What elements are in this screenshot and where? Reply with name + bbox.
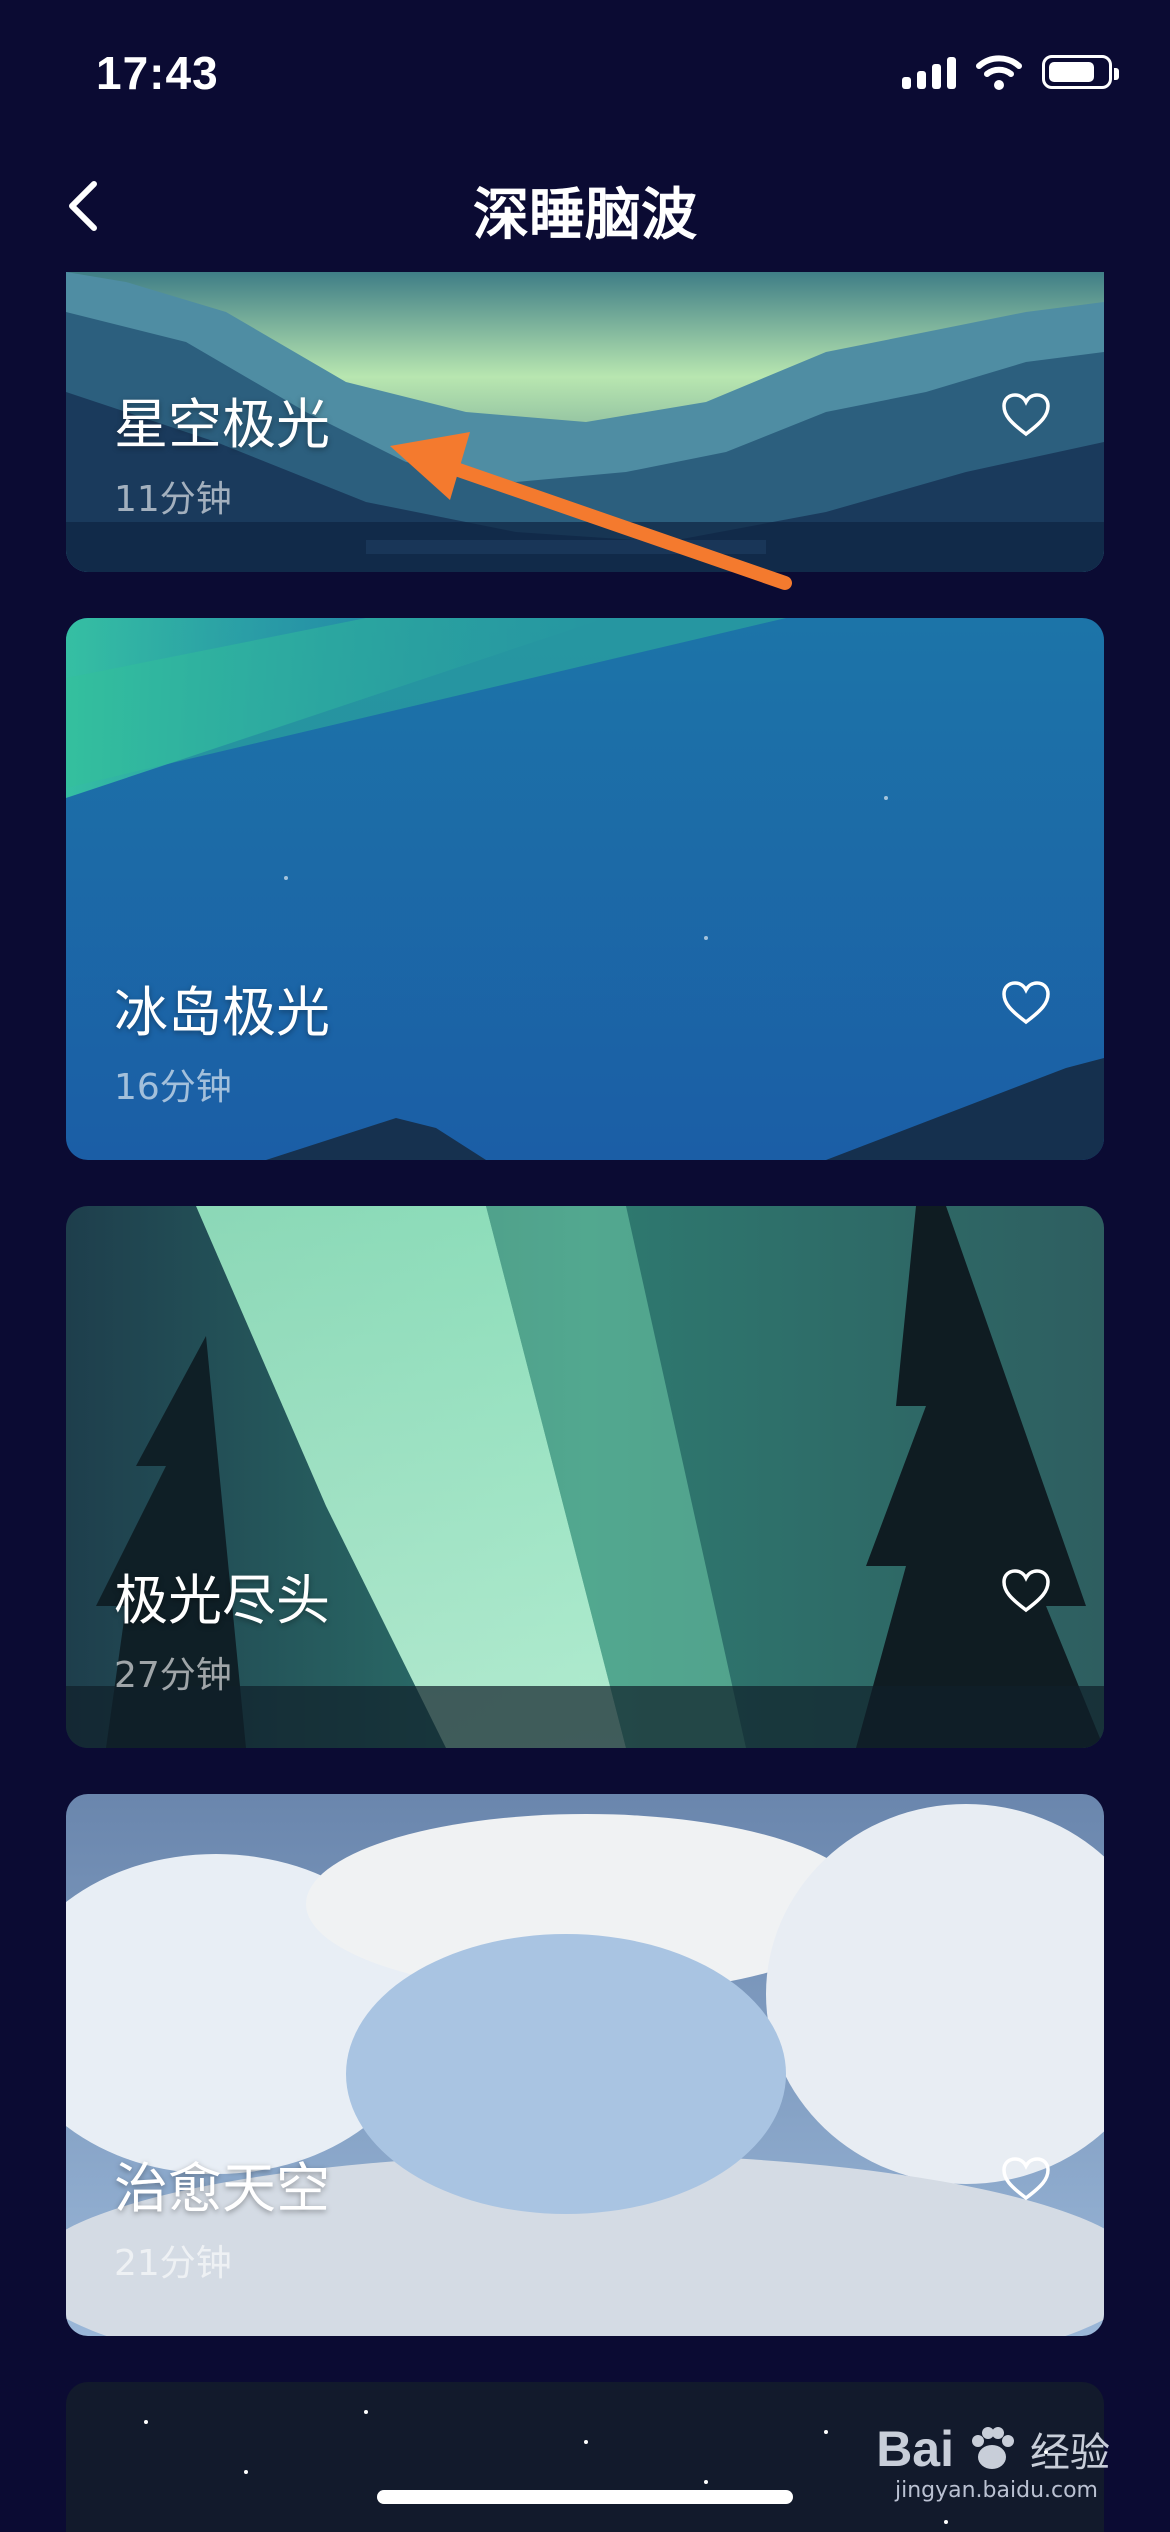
track-card-3[interactable]: 极光尽头 27分钟 bbox=[66, 1206, 1104, 1748]
watermark: Bai 经验 bbox=[876, 2420, 1110, 2478]
wifi-icon bbox=[976, 55, 1022, 90]
track-list: 星空极光 11分钟 冰岛极光 16分钟 极光尽头 27分钟 治愈天空 21分钟 bbox=[66, 272, 1104, 2532]
home-indicator[interactable] bbox=[377, 2490, 793, 2504]
track-duration: 27分钟 bbox=[114, 1655, 232, 1696]
heart-icon[interactable] bbox=[1000, 390, 1052, 442]
signal-icon bbox=[902, 55, 956, 89]
track-duration: 21分钟 bbox=[114, 2243, 232, 2284]
track-card-2[interactable]: 冰岛极光 16分钟 bbox=[66, 618, 1104, 1160]
status-time: 17:43 bbox=[96, 47, 219, 99]
track-card-1[interactable]: 星空极光 11分钟 bbox=[66, 272, 1104, 572]
status-bar: 17:43 bbox=[0, 0, 1170, 150]
track-duration: 16分钟 bbox=[114, 1067, 232, 1108]
heart-icon[interactable] bbox=[1000, 2154, 1052, 2206]
track-name: 冰岛极光 bbox=[114, 981, 330, 1044]
heart-icon[interactable] bbox=[1000, 978, 1052, 1030]
watermark-brand: Bai bbox=[876, 2421, 954, 2477]
track-name: 极光尽头 bbox=[114, 1569, 330, 1632]
track-card-4[interactable]: 治愈天空 21分钟 bbox=[66, 1794, 1104, 2336]
nav-bar: 深睡脑波 bbox=[0, 150, 1170, 270]
track-name: 治愈天空 bbox=[114, 2157, 330, 2220]
watermark-url: jingyan.baidu.com bbox=[894, 2478, 1098, 2503]
track-name: 星空极光 bbox=[114, 393, 330, 456]
paw-icon bbox=[972, 2427, 1014, 2469]
battery-icon bbox=[1042, 55, 1119, 89]
status-icons bbox=[902, 54, 1119, 90]
watermark-brand-cn: 经验 bbox=[1030, 2430, 1110, 2476]
track-duration: 11分钟 bbox=[114, 479, 232, 520]
heart-icon[interactable] bbox=[1000, 1566, 1052, 1618]
page-title: 深睡脑波 bbox=[473, 183, 697, 248]
